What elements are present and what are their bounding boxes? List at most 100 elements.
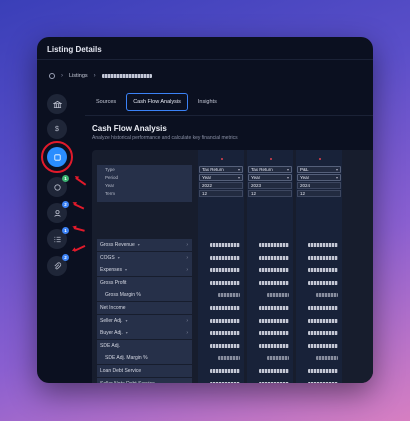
expand-row-icon[interactable]: › (186, 327, 188, 339)
column-1-type-select[interactable]: Tax Return (199, 166, 243, 173)
required-marker (270, 158, 272, 160)
expand-row-icon[interactable]: › (186, 315, 188, 327)
header-label-period: Period (105, 175, 119, 180)
row-label-text: SDE Adj. (100, 342, 121, 349)
attachment-icon (54, 261, 61, 269)
chevron-down-icon[interactable]: ▾ (126, 318, 128, 323)
sidebar-item-tags[interactable]: 1 (47, 175, 69, 197)
redacted-value-cell[interactable] (308, 280, 338, 285)
column-3-term-input[interactable]: 12 (297, 190, 341, 197)
redacted-value-cell[interactable] (267, 293, 289, 298)
table-row: Loan Debt Service (97, 365, 373, 378)
column-2-period-select[interactable]: Year (248, 174, 292, 181)
column-1-year-input[interactable]: 2022 (199, 182, 243, 189)
expand-row-icon[interactable]: › (186, 252, 188, 264)
redacted-value-cell[interactable] (259, 280, 289, 285)
chevron-down-icon[interactable]: ▾ (118, 255, 120, 260)
redacted-value-cell[interactable] (316, 293, 338, 298)
tab-insights[interactable]: Insights (194, 94, 221, 110)
tabs-divider (85, 115, 373, 116)
redacted-value-cell[interactable] (259, 331, 289, 336)
breadcrumb-listing-name-redacted[interactable] (101, 74, 152, 78)
redacted-value-cell[interactable] (210, 331, 240, 336)
column-3-year-input[interactable]: 2024 (297, 182, 341, 189)
redacted-value-cell[interactable] (259, 381, 289, 383)
row-label[interactable]: Gross Revenue ▾ › (97, 239, 192, 251)
sidebar-item-contacts[interactable]: 2 (47, 201, 69, 223)
row-label: SDE Adj. (97, 339, 192, 352)
sidebar-item-dollar[interactable]: $ (47, 119, 67, 139)
column-1-period-select[interactable]: Year (199, 174, 243, 181)
redacted-value-cell[interactable] (267, 356, 289, 361)
redacted-value-cell[interactable] (308, 369, 338, 373)
redacted-value-cell[interactable] (259, 268, 289, 273)
section-subtitle: Analyze historical performance and calcu… (92, 135, 238, 141)
breadcrumb-listings[interactable]: Listings (69, 73, 88, 79)
column-1-term-input[interactable]: 12 (199, 190, 243, 197)
row-label-text: Net Income (100, 305, 126, 311)
row-label[interactable]: COGS ▾ › (97, 251, 192, 264)
redacted-value-cell[interactable] (218, 356, 240, 361)
chevron-down-icon[interactable]: ▾ (126, 330, 128, 335)
redacted-value-cell[interactable] (308, 381, 338, 383)
column-3-period-select[interactable]: Year (297, 174, 341, 181)
sidebar-item-attachments[interactable]: 2 (47, 254, 69, 276)
annotation-arrow (73, 203, 85, 210)
column-2-type-select[interactable]: Tax Return (248, 166, 292, 173)
redacted-value-cell[interactable] (210, 318, 240, 323)
redacted-value-cell[interactable] (210, 369, 240, 373)
tab-sources[interactable]: Sources (92, 94, 120, 110)
chevron-down-icon[interactable]: ▾ (138, 242, 140, 247)
row-label[interactable]: Buyer Adj. ▾ › (97, 327, 192, 340)
redacted-value-cell[interactable] (210, 343, 240, 348)
redacted-value-cell[interactable] (308, 255, 338, 260)
redacted-value-cell[interactable] (308, 343, 338, 348)
home-icon[interactable] (49, 73, 55, 79)
redacted-value-cell[interactable] (308, 306, 338, 310)
table-row: Gross Profit (97, 276, 373, 290)
tab-cash-flow-analysis[interactable]: Cash Flow Analysis (126, 93, 188, 111)
row-label: Seller Note Debt Service (97, 377, 192, 383)
redacted-value-cell[interactable] (210, 255, 240, 260)
redacted-value-cell[interactable] (308, 243, 338, 247)
table-row: Seller Note Debt Service (97, 377, 373, 383)
redacted-value-cell[interactable] (316, 356, 338, 361)
table-row: Gross Margin % (97, 289, 373, 302)
expand-row-icon[interactable]: › (186, 239, 188, 251)
redacted-value-cell[interactable] (210, 268, 240, 273)
redacted-value-cell[interactable] (259, 255, 289, 260)
chevron-down-icon[interactable]: ▾ (125, 267, 127, 272)
redacted-value-cell[interactable] (259, 318, 289, 323)
redacted-value-cell[interactable] (259, 343, 289, 348)
redacted-value-cell[interactable] (259, 243, 289, 247)
annotation-arrow (73, 227, 85, 232)
redacted-value-cell[interactable] (210, 280, 240, 285)
table-row: Gross Revenue ▾ › (97, 239, 373, 252)
redacted-value-cell[interactable] (210, 243, 240, 247)
redacted-value-cell[interactable] (210, 381, 240, 383)
redacted-value-cell[interactable] (218, 293, 240, 298)
sidebar-item-tasks[interactable]: 1 (47, 227, 69, 249)
row-label[interactable]: Seller Adj. ▾ › (97, 314, 192, 327)
header-label-term: Term (105, 191, 115, 196)
row-label-text: Loan Debt Service (100, 368, 142, 374)
redacted-value-cell[interactable] (259, 306, 289, 310)
column-2-year-input[interactable]: 2023 (248, 182, 292, 189)
redacted-value-cell[interactable] (308, 331, 338, 336)
row-label-text: Seller Note Debt Service (100, 381, 155, 383)
row-label-text: Buyer Adj. (100, 330, 123, 337)
expand-row-icon[interactable]: › (186, 264, 188, 276)
column-2-term-input[interactable]: 12 (248, 190, 292, 197)
redacted-value-cell[interactable] (308, 268, 338, 273)
redacted-value-cell[interactable] (259, 369, 289, 373)
tab-bar: Sources Cash Flow Analysis Insights (92, 93, 221, 111)
row-label: SDE Adj. Margin % (97, 352, 192, 365)
row-label-text: Gross Margin % (105, 292, 141, 299)
column-3-type-select[interactable]: P&L (297, 166, 341, 173)
checklist-icon (53, 236, 61, 242)
notification-badge: 2 (62, 201, 69, 208)
row-label[interactable]: Expenses ▾ › (97, 264, 192, 277)
redacted-value-cell[interactable] (308, 318, 338, 323)
redacted-value-cell[interactable] (210, 306, 240, 310)
sidebar-item-bank[interactable] (47, 94, 67, 114)
